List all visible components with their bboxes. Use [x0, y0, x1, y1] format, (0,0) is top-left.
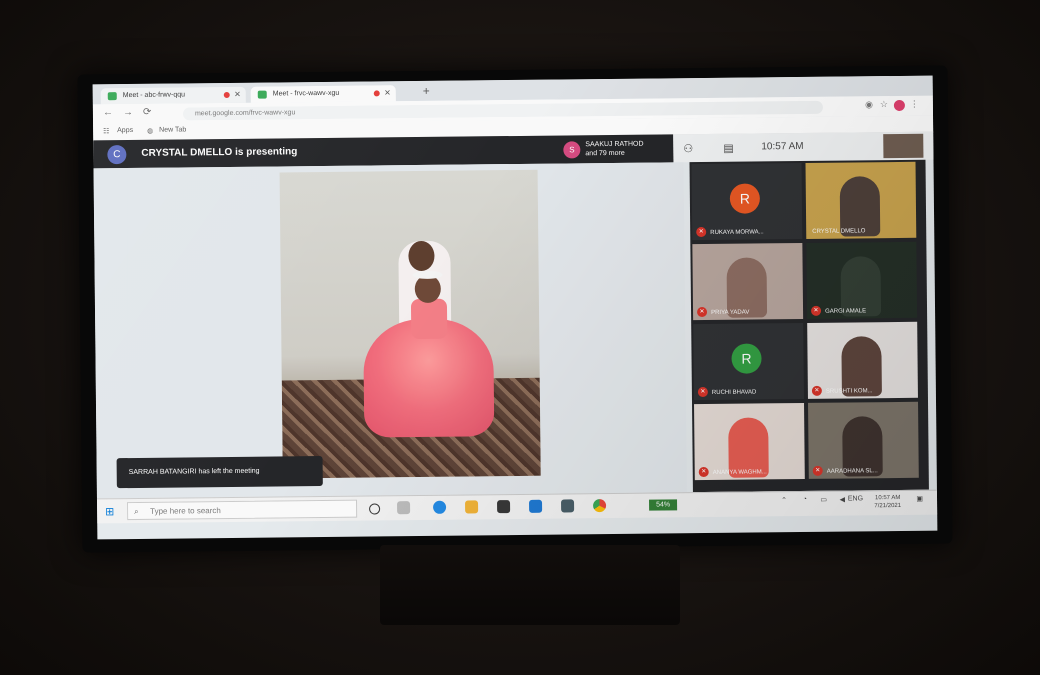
menu-dots-icon[interactable]: ⋮ [910, 99, 919, 110]
participant-tile[interactable]: ✕ PRIYA YADAV [692, 242, 804, 321]
task-view-icon[interactable] [397, 501, 411, 515]
participant-name: CRYSTAL DMELLO [812, 228, 866, 235]
participant-name: GARGI AMALE [825, 308, 867, 315]
mic-off-icon: ✕ [697, 386, 708, 398]
presenter-avatar: C [107, 145, 127, 165]
participant-tile[interactable]: R ✕ RUCHI BHAVAD [693, 322, 804, 401]
apps-grid-icon: ☷ [103, 128, 110, 136]
browser-tab-1[interactable]: Meet - abc-frwv-qqu ✕ [100, 86, 246, 105]
profile-avatar[interactable] [893, 99, 905, 112]
girl-front-bodice [410, 298, 448, 340]
bookmark-apps[interactable]: Apps [117, 127, 133, 134]
mail-icon[interactable] [529, 499, 543, 513]
globe-icon: ◍ [147, 127, 154, 135]
file-explorer-icon[interactable] [465, 500, 479, 514]
left-meeting-toast: SARRAH BATANGIRI has left the meeting [116, 456, 323, 489]
mic-off-icon: ✕ [811, 385, 822, 396]
participant-grid: R ✕ RUKAYA MORWA... CRYSTAL DMELLO ✕ PRI… [689, 159, 929, 493]
meet-favicon-icon [107, 92, 117, 101]
self-video-thumbnail[interactable] [883, 133, 924, 159]
chrome-icon[interactable] [593, 499, 607, 513]
presenting-title: CRYSTAL DMELLO is presenting [141, 146, 298, 159]
cortana-icon[interactable] [369, 503, 381, 515]
monitor-stand [380, 545, 680, 625]
participant-name: ANANYA WAGHM... [712, 469, 767, 476]
edge-icon[interactable] [433, 500, 447, 514]
participant-initial-avatar: R [731, 343, 762, 374]
taskbar-search[interactable]: ⌕ Type here to search [127, 499, 358, 521]
volume-icon[interactable]: ◀ [840, 496, 845, 504]
language-icon[interactable]: ENG [848, 495, 863, 502]
mic-off-icon: ✕ [696, 226, 707, 238]
tray-chevron-icon[interactable]: ⌃ [781, 496, 787, 504]
mic-off-icon: ✕ [697, 306, 708, 318]
participant-avatar: S [563, 141, 581, 159]
search-icon: ⌕ [134, 506, 139, 516]
girl-front-head [414, 274, 441, 304]
search-placeholder: Type here to search [150, 506, 221, 516]
presentation-stage: SARRAH BATANGIRI has left the meeting [93, 162, 687, 499]
recording-dot-icon [373, 90, 380, 97]
notification-icon[interactable]: ▣ [916, 495, 923, 503]
tab-label: Meet - abc-frwv-qqu [122, 91, 186, 100]
participant-tile[interactable]: ✕ SRUSHTI KOM... [807, 321, 918, 399]
battery-icon[interactable]: ▭ [820, 496, 827, 504]
tab-label: Meet - frvc-wawv-xgu [272, 89, 340, 98]
screen: Meet - abc-frwv-qqu ✕ Meet - frvc-wawv-x… [92, 75, 938, 540]
mic-off-icon: ✕ [812, 465, 823, 476]
participant-name: PRIYA YADAV [711, 309, 750, 316]
mic-off-icon: ✕ [698, 466, 709, 478]
meeting-control-bar: ⚇ ▤ 10:57 AM [673, 131, 934, 163]
security-icon[interactable] [561, 499, 575, 513]
close-tab-icon[interactable]: ✕ [384, 85, 391, 101]
participant-name: AARADHANA SL... [826, 468, 878, 475]
participant-name: RUCHI BHAVAD [711, 389, 757, 396]
taskbar-clock[interactable]: 10:57 AM 7/21/2021 [874, 494, 901, 510]
participant-tile[interactable]: ✕ AARADHANA SL... [808, 401, 919, 479]
store-icon[interactable] [497, 500, 511, 514]
new-tab-icon[interactable]: + [423, 84, 430, 98]
forward-icon[interactable]: → [123, 107, 133, 118]
people-icon[interactable]: ⚇ [683, 142, 693, 155]
back-icon[interactable]: ← [103, 107, 113, 118]
participant-name: SAAKUJ RATHOD [585, 140, 644, 149]
presented-photo [279, 169, 541, 479]
mic-off-icon: ✕ [810, 305, 822, 316]
participant-tile[interactable]: CRYSTAL DMELLO [805, 161, 917, 239]
meeting-clock: 10:57 AM [761, 140, 804, 153]
url-text: meet.google.com/frvc-wawv-xgu [194, 109, 296, 118]
meet-favicon-icon [257, 90, 267, 99]
close-tab-icon[interactable]: ✕ [234, 87, 241, 103]
camera-icon[interactable]: ◉ [865, 99, 873, 110]
participants-more: and 79 more [585, 149, 625, 158]
participants-summary[interactable]: S SAAKUJ RATHOD and 79 more [563, 139, 663, 159]
chat-icon[interactable]: ▤ [723, 142, 734, 155]
weather-badge: 54% [649, 499, 678, 511]
taskbar-date: 7/21/2021 [874, 502, 902, 510]
girl-back-head [408, 240, 435, 272]
browser-tab-2[interactable]: Meet - frvc-wawv-xgu ✕ [250, 85, 396, 103]
reload-icon[interactable]: ⟳ [143, 107, 152, 118]
participant-tile[interactable]: ✕ ANANYA WAGHM... [694, 402, 805, 481]
participant-name: SRUSHTI KOM... [825, 388, 873, 395]
star-icon[interactable]: ☆ [880, 99, 888, 110]
windows-start-icon[interactable]: ⊞ [105, 505, 114, 518]
participant-initial-avatar: R [729, 183, 761, 214]
bookmark-new-tab[interactable]: New Tab [159, 126, 186, 133]
participant-tile[interactable]: R ✕ RUKAYA MORWA... [691, 162, 803, 241]
participant-name: RUKAYA MORWA... [710, 229, 764, 236]
network-icon[interactable]: ◔ [803, 496, 807, 503]
recording-dot-icon [223, 91, 230, 99]
participant-tile[interactable]: ✕ GARGI AMALE [806, 241, 918, 319]
